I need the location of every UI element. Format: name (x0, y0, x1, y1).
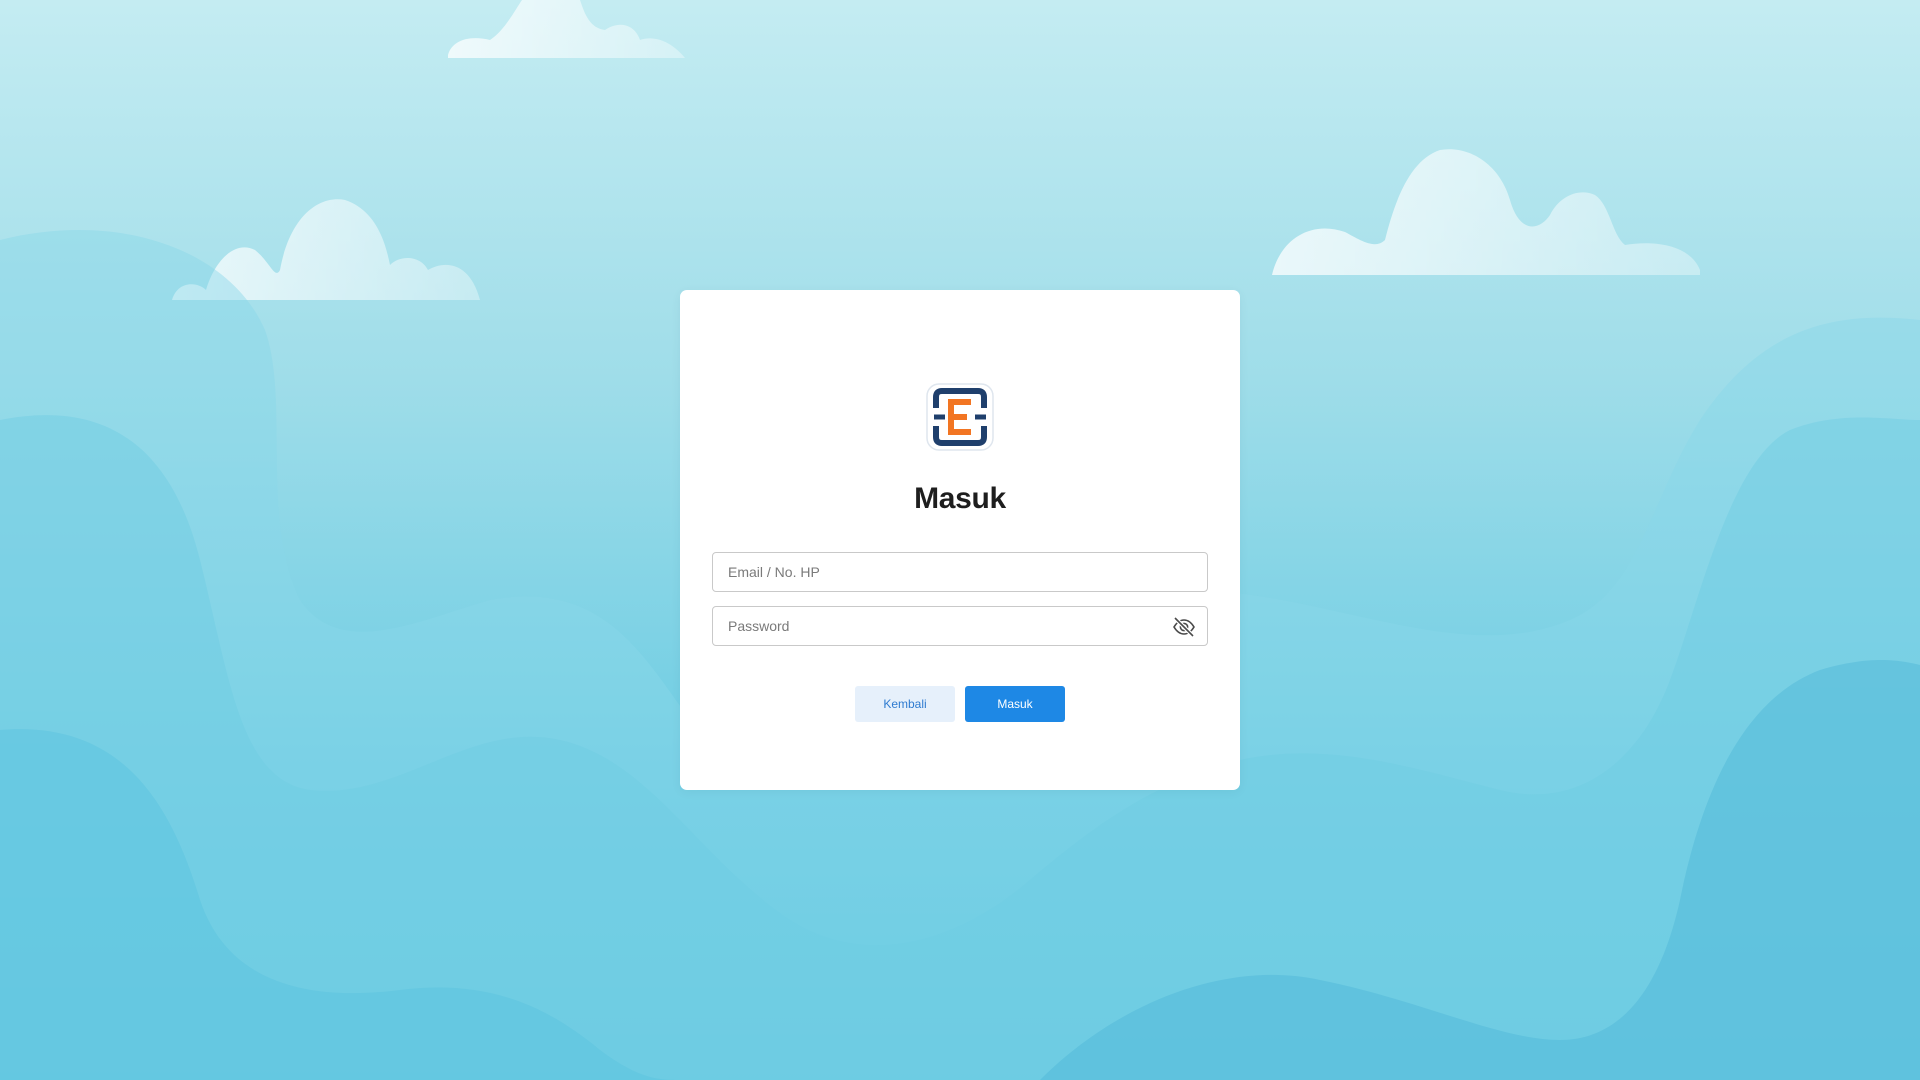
login-card: Masuk Kembali Masuk (680, 290, 1240, 790)
eye-slash-icon[interactable] (1172, 616, 1196, 638)
company-logo (926, 383, 994, 451)
page-title: Masuk (914, 482, 1006, 515)
cloud (1272, 149, 1700, 275)
email-input[interactable] (713, 553, 1207, 591)
email-field[interactable] (712, 552, 1208, 592)
back-button[interactable]: Kembali (855, 686, 955, 722)
login-button[interactable]: Masuk (965, 686, 1065, 722)
password-input[interactable] (713, 607, 1207, 645)
password-field[interactable] (712, 606, 1208, 646)
cloud (448, 0, 685, 58)
